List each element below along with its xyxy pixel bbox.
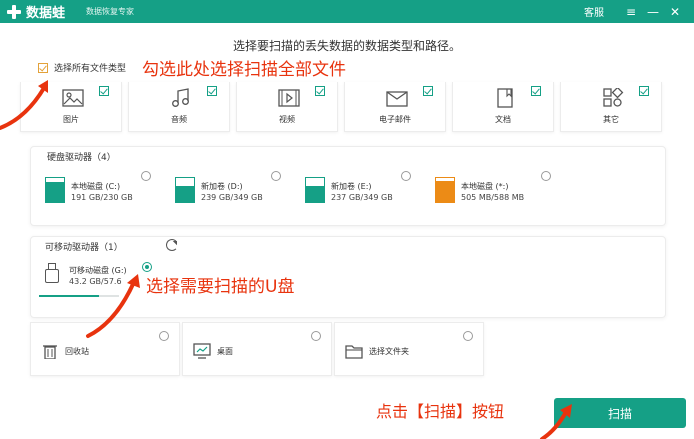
refresh-icon[interactable] xyxy=(166,239,178,251)
app-logo: 数据蛙 xyxy=(6,3,66,21)
drive-name: 新加卷 (E:) xyxy=(331,182,372,191)
desktop-icon xyxy=(193,343,211,359)
customer-service-link[interactable]: 客服 xyxy=(584,4,604,19)
location-label: 桌面 xyxy=(217,347,233,356)
file-type-label: 电子邮件 xyxy=(379,115,411,124)
title-bar: 数据蛙 数据恢复专家 客服 ≡ — ✕ xyxy=(0,0,694,23)
checkbox-checked-icon[interactable] xyxy=(38,62,48,73)
annotation-scan: 点击【扫描】按钮 xyxy=(376,402,505,421)
drive-size: 239 GB/349 GB xyxy=(201,193,263,202)
hard-drive-icon xyxy=(435,177,455,203)
file-type-card-audio[interactable]: 音频 xyxy=(128,82,230,132)
drive-size: 191 GB/230 GB xyxy=(71,193,133,202)
cross-logo-icon xyxy=(6,4,22,20)
file-type-label: 音频 xyxy=(171,115,187,124)
page-instruction: 选择要扫描的丢失数据的数据类型和路径。 xyxy=(232,39,461,53)
file-type-card-other[interactable]: 其它 xyxy=(560,82,662,132)
location-label: 回收站 xyxy=(65,347,89,356)
hard-drive-title: 硬盘驱动器（4） xyxy=(45,150,118,163)
mail-icon xyxy=(386,91,408,107)
annotation-usb: 选择需要扫描的U盘 xyxy=(146,277,295,297)
usb-drive-radio-selected[interactable] xyxy=(142,262,152,272)
location-radio[interactable] xyxy=(463,331,473,341)
drive-radio-c[interactable] xyxy=(141,171,151,181)
hard-drive-icon xyxy=(45,177,65,203)
location-radio[interactable] xyxy=(159,331,169,341)
file-type-card-video[interactable]: 视频 xyxy=(236,82,338,132)
location-label: 选择文件夹 xyxy=(369,347,409,356)
drive-radio-e[interactable] xyxy=(401,171,411,181)
drive-name: 本地磁盘 (C:) xyxy=(71,182,121,191)
usb-drive-size: 43.2 GB/57.6 xyxy=(69,277,122,286)
checkbox-checked-icon[interactable] xyxy=(423,86,433,96)
image-icon xyxy=(62,89,84,107)
file-type-list: 图片 音频 视频 电子邮件 文档 其它 xyxy=(20,82,666,132)
app-subtitle: 数据恢复专家 xyxy=(86,7,134,16)
menu-icon[interactable]: ≡ xyxy=(620,0,642,23)
other-icon xyxy=(603,88,624,107)
checkbox-checked-icon[interactable] xyxy=(99,86,109,96)
location-recycle-bin[interactable]: 回收站 xyxy=(30,322,180,376)
drive-name: 新加卷 (D:) xyxy=(201,182,243,191)
trash-icon xyxy=(43,345,57,359)
file-type-card-image[interactable]: 图片 xyxy=(20,82,122,132)
removable-drive-section: 可移动驱动器（1） 可移动磁盘 (G:) 43.2 GB/57.6 xyxy=(30,236,666,318)
select-all-checkbox[interactable]: 选择所有文件类型 xyxy=(38,61,126,74)
checkbox-checked-icon[interactable] xyxy=(207,86,217,96)
location-desktop[interactable]: 桌面 xyxy=(182,322,332,376)
checkbox-checked-icon[interactable] xyxy=(639,86,649,96)
file-type-label: 视频 xyxy=(279,115,295,124)
file-type-card-email[interactable]: 电子邮件 xyxy=(344,82,446,132)
usb-usage-bar xyxy=(39,295,119,297)
hard-drive-icon xyxy=(305,177,325,203)
location-choose-folder[interactable]: 选择文件夹 xyxy=(334,322,484,376)
annotation-select-all: 勾选此处选择扫描全部文件 xyxy=(142,60,346,80)
video-icon xyxy=(278,89,300,107)
close-icon[interactable]: ✕ xyxy=(664,0,686,23)
drive-radio-star[interactable] xyxy=(541,171,551,181)
drive-name: 本地磁盘 (*:) xyxy=(461,182,509,191)
hard-drive-icon xyxy=(175,177,195,203)
drive-size: 237 GB/349 GB xyxy=(331,193,393,202)
usb-drive-icon xyxy=(45,263,59,285)
drive-size: 505 MB/588 MB xyxy=(461,193,525,202)
drive-item-d[interactable]: 新加卷 (D:) 239 GB/349 GB xyxy=(175,171,301,211)
removable-drive-title: 可移动驱动器（1） xyxy=(43,240,125,253)
minimize-icon[interactable]: — xyxy=(642,0,664,23)
hard-drive-section: 硬盘驱动器（4） 本地磁盘 (C:) 191 GB/230 GB 新加卷 (D:… xyxy=(30,146,666,226)
drive-item-c[interactable]: 本地磁盘 (C:) 191 GB/230 GB xyxy=(45,171,171,211)
file-type-label: 其它 xyxy=(603,115,619,124)
file-type-label: 文档 xyxy=(495,115,511,124)
drive-item-e[interactable]: 新加卷 (E:) 237 GB/349 GB xyxy=(305,171,431,211)
folder-icon xyxy=(345,345,363,359)
music-icon xyxy=(172,88,189,107)
drive-radio-d[interactable] xyxy=(271,171,281,181)
checkbox-checked-icon[interactable] xyxy=(531,86,541,96)
usb-drive-name: 可移动磁盘 (G:) xyxy=(69,266,127,275)
file-type-label: 图片 xyxy=(63,115,79,124)
document-icon xyxy=(497,88,513,108)
scan-button[interactable]: 扫描 xyxy=(554,398,686,428)
location-radio[interactable] xyxy=(311,331,321,341)
checkbox-checked-icon[interactable] xyxy=(315,86,325,96)
file-type-card-document[interactable]: 文档 xyxy=(452,82,554,132)
select-all-label: 选择所有文件类型 xyxy=(54,64,127,74)
app-name: 数据蛙 xyxy=(26,6,66,21)
